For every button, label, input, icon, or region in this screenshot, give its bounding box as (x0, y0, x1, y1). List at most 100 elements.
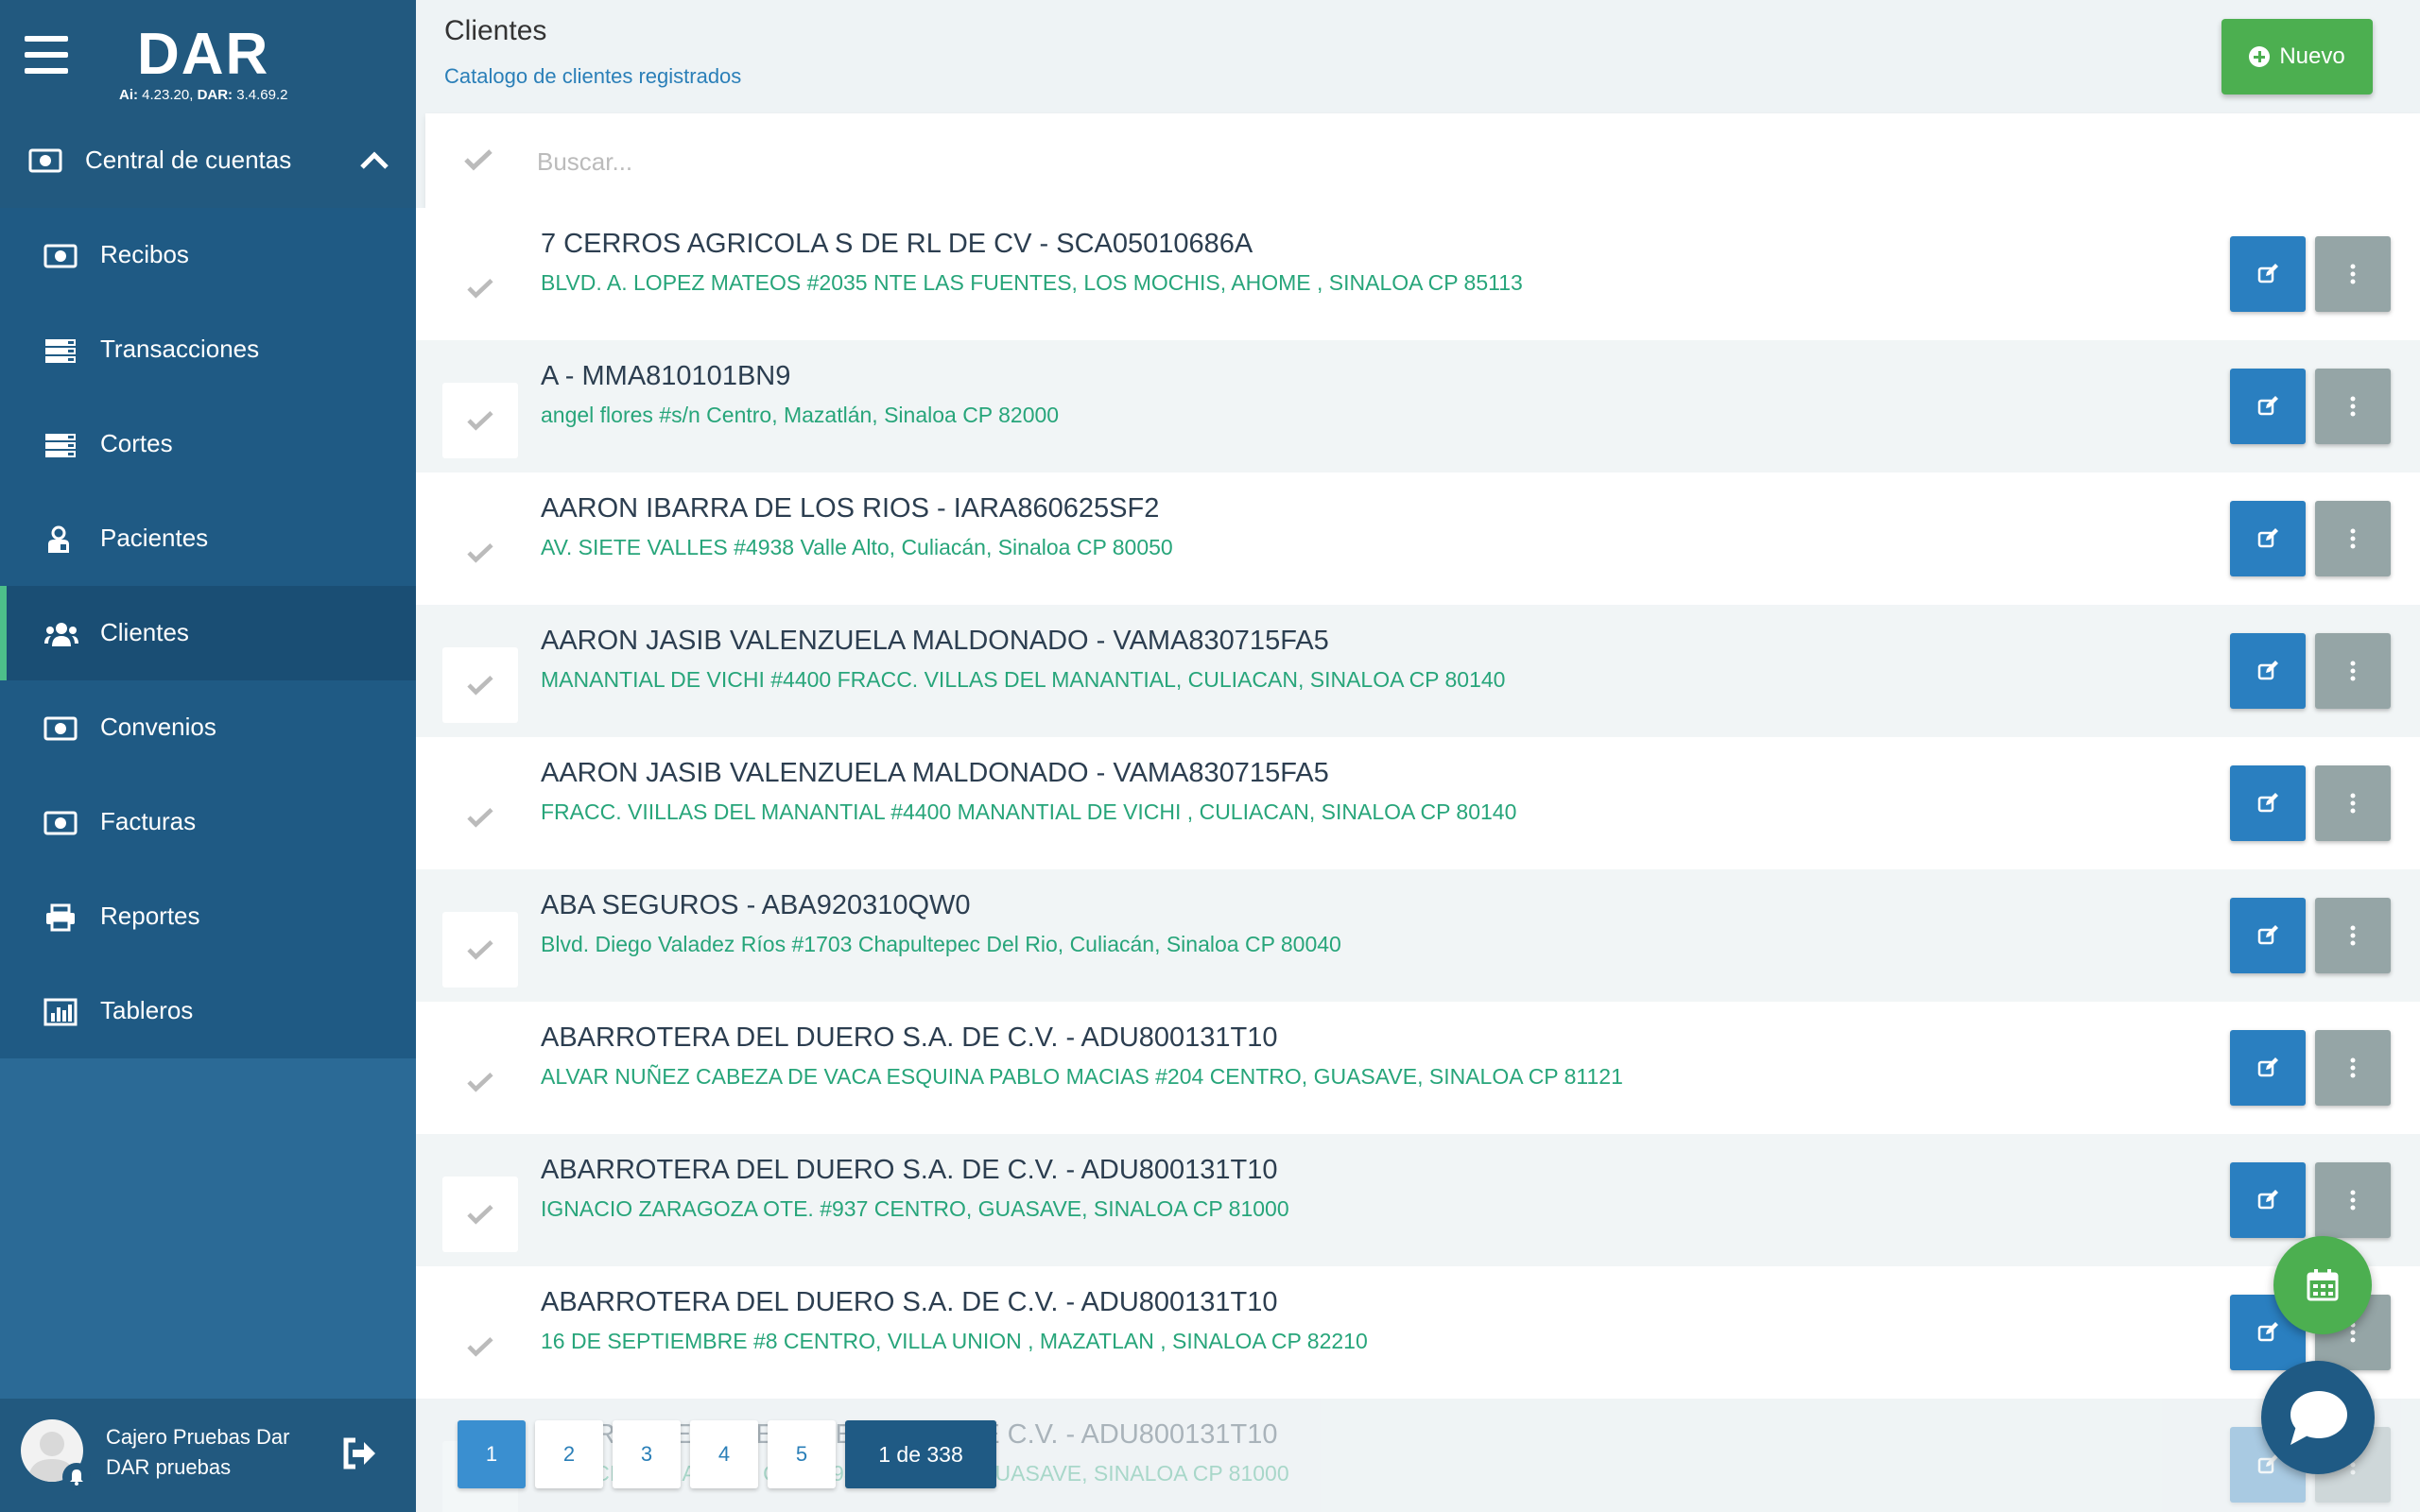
page-button-5[interactable]: 5 (768, 1420, 836, 1488)
select-all-check-icon[interactable] (463, 147, 493, 172)
chat-fab-button[interactable] (2261, 1361, 2375, 1474)
edit-icon (2257, 925, 2278, 945)
user-footer: Cajero Pruebas Dar DAR pruebas (0, 1399, 416, 1512)
sidebar-item-label: Recibos (100, 240, 189, 268)
notification-bell-icon[interactable] (62, 1463, 91, 1491)
new-button-label: Nuevo (2279, 43, 2345, 69)
sidebar-item-convenios[interactable]: Convenios (0, 680, 416, 775)
more-options-button[interactable] (2315, 501, 2391, 576)
edit-button[interactable] (2230, 1030, 2306, 1106)
client-name: AARON JASIB VALENZUELA MALDONADO - VAMA8… (541, 626, 1329, 656)
sidebar: DAR Ai: 4.23.20, DAR: 3.4.69.2 Central d… (0, 0, 416, 1512)
row-check-icon[interactable] (442, 780, 518, 855)
sidebar-item-transacciones[interactable]: Transacciones (0, 302, 416, 397)
search-bar (425, 113, 2420, 208)
client-name: AARON JASIB VALENZUELA MALDONADO - VAMA8… (541, 758, 1329, 788)
edit-button[interactable] (2230, 898, 2306, 973)
client-address: FRACC. VIILLAS DEL MANANTIAL #4400 MANAN… (541, 799, 1517, 824)
edit-button[interactable] (2230, 1162, 2306, 1238)
row-check-icon[interactable] (442, 1309, 518, 1384)
sidebar-item-cortes[interactable]: Cortes (0, 397, 416, 491)
client-row[interactable]: A - MMA810101BN9 angel flores #s/n Centr… (416, 340, 2420, 472)
calendar-fab-button[interactable] (2273, 1236, 2372, 1334)
edit-button[interactable] (2230, 369, 2306, 444)
client-row[interactable]: AARON IBARRA DE LOS RIOS - IARA860625SF2… (416, 472, 2420, 605)
new-client-button[interactable]: Nuevo (2221, 19, 2373, 94)
edit-icon (2257, 661, 2278, 680)
client-row[interactable]: AARON JASIB VALENZUELA MALDONADO - VAMA8… (416, 737, 2420, 869)
page-button-3[interactable]: 3 (613, 1420, 681, 1488)
page-info: 1 de 338 (845, 1420, 996, 1488)
edit-icon (2257, 1057, 2278, 1077)
hamburger-menu-icon[interactable] (25, 36, 70, 74)
edit-icon (2257, 1454, 2278, 1474)
sidebar-item-clientes[interactable]: Clientes (0, 586, 416, 680)
client-row[interactable]: 7 CERROS AGRICOLA S DE RL DE CV - SCA050… (416, 208, 2420, 340)
kebab-menu-icon (2350, 396, 2356, 417)
edit-icon (2257, 396, 2278, 416)
edit-icon (2257, 528, 2278, 548)
pagination: 1 2 3 4 5 1 de 338 (458, 1420, 996, 1490)
sidebar-item-label: Facturas (100, 807, 197, 835)
sidebar-item-label: Pacientes (100, 524, 209, 552)
edit-button[interactable] (2230, 236, 2306, 312)
client-row[interactable]: AARON JASIB VALENZUELA MALDONADO - VAMA8… (416, 605, 2420, 737)
client-row[interactable]: ABARROTERA DEL DUERO S.A. DE C.V. - ADU8… (416, 1134, 2420, 1266)
sidebar-item-facturas[interactable]: Facturas (0, 775, 416, 869)
kebab-menu-icon (2350, 264, 2356, 284)
client-address: Blvd. Diego Valadez Ríos #1703 Chapultep… (541, 932, 1341, 956)
row-check-icon[interactable] (442, 647, 518, 723)
edit-icon (2257, 1190, 2278, 1210)
client-name: ABARROTERA DEL DUERO S.A. DE C.V. - ADU8… (541, 1155, 1278, 1185)
row-check-icon[interactable] (442, 383, 518, 458)
sidebar-item-label: Cortes (100, 429, 173, 457)
more-options-button[interactable] (2315, 765, 2391, 841)
edit-button[interactable] (2230, 765, 2306, 841)
money-icon (43, 716, 78, 741)
more-options-button[interactable] (2315, 1030, 2391, 1106)
page-button-1[interactable]: 1 (458, 1420, 526, 1488)
more-options-button[interactable] (2315, 236, 2391, 312)
page-button-4[interactable]: 4 (690, 1420, 758, 1488)
row-check-icon[interactable] (442, 912, 518, 988)
chevron-up-icon[interactable] (359, 149, 389, 170)
kebab-menu-icon (2350, 661, 2356, 681)
row-check-icon[interactable] (442, 1177, 518, 1252)
kebab-menu-icon (2350, 793, 2356, 814)
row-check-icon[interactable] (442, 1044, 518, 1120)
sidebar-item-reportes[interactable]: Reportes (0, 869, 416, 964)
list-icon (45, 434, 76, 457)
page-header: Clientes Catalogo de clientes registrado… (416, 0, 2420, 113)
section-label: Central de cuentas (85, 146, 292, 174)
money-icon (43, 811, 78, 835)
more-options-button[interactable] (2315, 1162, 2391, 1238)
section-central-de-cuentas[interactable]: Central de cuentas (0, 113, 416, 208)
sidebar-item-tableros[interactable]: Tableros (0, 964, 416, 1058)
row-check-icon[interactable] (442, 515, 518, 591)
calendar-icon (2307, 1269, 2339, 1301)
client-row[interactable]: ABA SEGUROS - ABA920310QW0 Blvd. Diego V… (416, 869, 2420, 1002)
row-check-icon[interactable] (442, 250, 518, 326)
logout-icon[interactable] (340, 1436, 378, 1470)
brand-header: DAR Ai: 4.23.20, DAR: 3.4.69.2 (0, 0, 416, 113)
edit-button[interactable] (2230, 501, 2306, 576)
kebab-menu-icon (2350, 925, 2356, 946)
client-address: 16 DE SEPTIEMBRE #8 CENTRO, VILLA UNION … (541, 1329, 1368, 1353)
user-name: Cajero Pruebas Dar (106, 1425, 290, 1449)
sidebar-menu: Recibos Transacciones Cortes Pacientes C… (0, 208, 416, 1058)
more-options-button[interactable] (2315, 369, 2391, 444)
search-input[interactable] (537, 138, 2333, 185)
page-button-2[interactable]: 2 (535, 1420, 603, 1488)
sidebar-item-recibos[interactable]: Recibos (0, 208, 416, 302)
edit-icon (2257, 793, 2278, 813)
client-row[interactable]: ABARROTERA DEL DUERO S.A. DE C.V. - ADU8… (416, 1002, 2420, 1134)
sidebar-item-label: Convenios (100, 713, 216, 741)
plus-circle-icon (2249, 46, 2271, 67)
list-icon (45, 339, 76, 363)
client-name: AARON IBARRA DE LOS RIOS - IARA860625SF2 (541, 493, 1160, 524)
sidebar-item-pacientes[interactable]: Pacientes (0, 491, 416, 586)
more-options-button[interactable] (2315, 633, 2391, 709)
edit-button[interactable] (2230, 633, 2306, 709)
client-row[interactable]: ABARROTERA DEL DUERO S.A. DE C.V. - ADU8… (416, 1266, 2420, 1399)
more-options-button[interactable] (2315, 898, 2391, 973)
